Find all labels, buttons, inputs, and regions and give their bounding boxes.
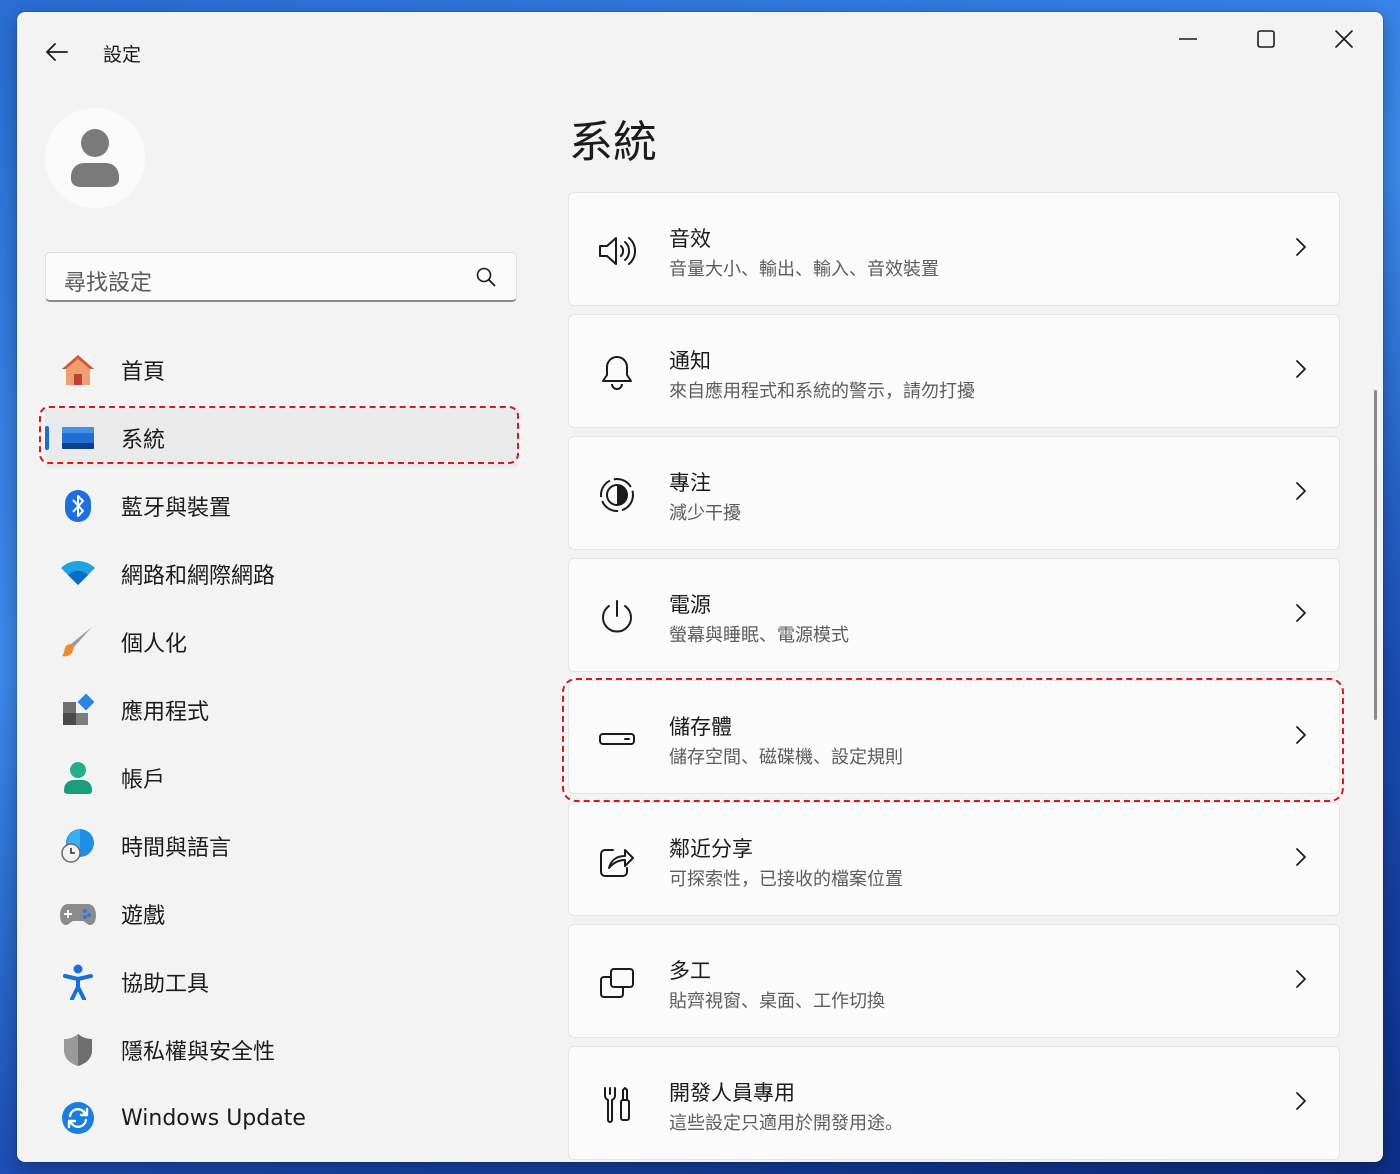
app-title: 設定 <box>103 44 142 66</box>
highlight-outline-system-nav <box>39 406 519 464</box>
card-title: 專注 <box>669 471 711 495</box>
sidebar-item-accessibility[interactable]: 協助工具 <box>45 952 519 1012</box>
person-icon <box>71 129 119 187</box>
card-title: 鄰近分享 <box>669 837 753 861</box>
sidebar-item-apps[interactable]: 應用程式 <box>45 680 519 740</box>
sidebar-item-windows-update[interactable]: Windows Update <box>45 1088 519 1148</box>
sidebar-item-label: 網路和網際網路 <box>121 564 276 589</box>
brush-icon <box>60 624 96 660</box>
share-icon <box>597 841 637 881</box>
sidebar-item-label: 藍牙與裝置 <box>121 496 232 521</box>
gamepad-icon <box>60 896 96 932</box>
sidebar-item-label: 應用程式 <box>121 700 210 725</box>
sidebar-item-label: 首頁 <box>121 360 166 385</box>
card-title: 電源 <box>669 593 711 617</box>
card-subtitle: 減少干擾 <box>669 503 741 524</box>
chevron-right-icon <box>1295 481 1307 505</box>
back-button[interactable] <box>41 38 73 66</box>
card-subtitle: 可探索性，已接收的檔案位置 <box>669 869 903 890</box>
sidebar-item-accounts[interactable]: 帳戶 <box>45 748 519 808</box>
vertical-scrollbar[interactable] <box>1374 390 1377 720</box>
card-nearby-sharing[interactable]: 鄰近分享 可探索性，已接收的檔案位置 <box>568 802 1340 916</box>
highlight-outline-storage-card <box>562 678 1344 802</box>
sidebar-item-home[interactable]: 首頁 <box>45 340 519 400</box>
card-notifications[interactable]: 通知 來自應用程式和系統的警示，請勿打擾 <box>568 314 1340 428</box>
search-input[interactable]: 尋找設定 <box>64 265 152 297</box>
power-icon <box>597 597 637 637</box>
time-language-icon <box>60 828 96 864</box>
settings-card-list: 音效 音量大小、輸出、輸入、音效裝置 通知 來自應用程式和系統的警示，請勿打擾 … <box>568 192 1340 1162</box>
developer-icon <box>597 1085 637 1125</box>
accessibility-icon <box>60 964 96 1000</box>
page-title: 系統 <box>569 117 657 168</box>
chevron-right-icon <box>1295 1091 1307 1115</box>
close-icon <box>1335 30 1353 48</box>
multitask-icon <box>597 963 637 1003</box>
card-power[interactable]: 電源 螢幕與睡眠、電源模式 <box>568 558 1340 672</box>
sidebar-item-gaming[interactable]: 遊戲 <box>45 884 519 944</box>
sidebar-item-bluetooth[interactable]: 藍牙與裝置 <box>45 476 519 536</box>
chevron-right-icon <box>1295 237 1307 261</box>
focus-icon <box>597 475 637 515</box>
sidebar-item-label: 帳戶 <box>121 768 166 793</box>
sidebar-item-label: Windows Update <box>121 1105 306 1131</box>
search-icon[interactable] <box>476 267 496 291</box>
sidebar-item-privacy[interactable]: 隱私權與安全性 <box>45 1020 519 1080</box>
maximize-icon <box>1257 30 1275 48</box>
apps-icon <box>60 692 96 728</box>
update-icon <box>60 1100 96 1136</box>
bluetooth-icon <box>60 488 96 524</box>
sidebar-item-label: 隱私權與安全性 <box>121 1040 276 1065</box>
card-subtitle: 這些設定只適用於開發用途。 <box>669 1113 903 1134</box>
card-subtitle: 貼齊視窗、桌面、工作切換 <box>669 991 885 1012</box>
minimize-button[interactable] <box>1165 26 1211 52</box>
sidebar-item-network[interactable]: 網路和網際網路 <box>45 544 519 604</box>
home-icon <box>60 352 96 388</box>
back-arrow-icon <box>46 43 68 61</box>
sidebar-item-label: 協助工具 <box>121 972 210 997</box>
wifi-icon <box>60 556 96 592</box>
card-for-developers[interactable]: 開發人員專用 這些設定只適用於開發用途。 <box>568 1046 1340 1160</box>
card-sound[interactable]: 音效 音量大小、輸出、輸入、音效裝置 <box>568 192 1340 306</box>
shield-icon <box>60 1032 96 1068</box>
search-box[interactable]: 尋找設定 <box>45 252 517 302</box>
sidebar-item-personalization[interactable]: 個人化 <box>45 612 519 672</box>
account-icon <box>60 760 96 796</box>
minimize-icon <box>1179 38 1197 40</box>
sidebar-item-time-language[interactable]: 時間與語言 <box>45 816 519 876</box>
settings-window: 設定 尋找設定 首頁 系統 藍牙與裝置 網路和網際網路 個人化 應用程式 帳戶 … <box>17 12 1383 1162</box>
sidebar-item-label: 遊戲 <box>121 904 166 929</box>
maximize-button[interactable] <box>1243 26 1289 52</box>
card-subtitle: 音量大小、輸出、輸入、音效裝置 <box>669 259 939 280</box>
card-focus[interactable]: 專注 減少干擾 <box>568 436 1340 550</box>
user-avatar[interactable] <box>45 108 145 208</box>
card-title: 音效 <box>669 227 711 251</box>
sidebar-item-label: 時間與語言 <box>121 836 232 861</box>
bell-icon <box>597 353 637 393</box>
card-subtitle: 來自應用程式和系統的警示，請勿打擾 <box>669 381 975 402</box>
card-title: 開發人員專用 <box>669 1081 795 1105</box>
chevron-right-icon <box>1295 969 1307 993</box>
chevron-right-icon <box>1295 603 1307 627</box>
card-title: 通知 <box>669 349 711 373</box>
card-multitasking[interactable]: 多工 貼齊視窗、桌面、工作切換 <box>568 924 1340 1038</box>
sidebar-item-label: 個人化 <box>121 632 188 657</box>
chevron-right-icon <box>1295 847 1307 871</box>
card-subtitle: 螢幕與睡眠、電源模式 <box>669 625 849 646</box>
speaker-icon <box>597 231 637 271</box>
close-button[interactable] <box>1321 26 1367 52</box>
chevron-right-icon <box>1295 359 1307 383</box>
card-title: 多工 <box>669 959 711 983</box>
